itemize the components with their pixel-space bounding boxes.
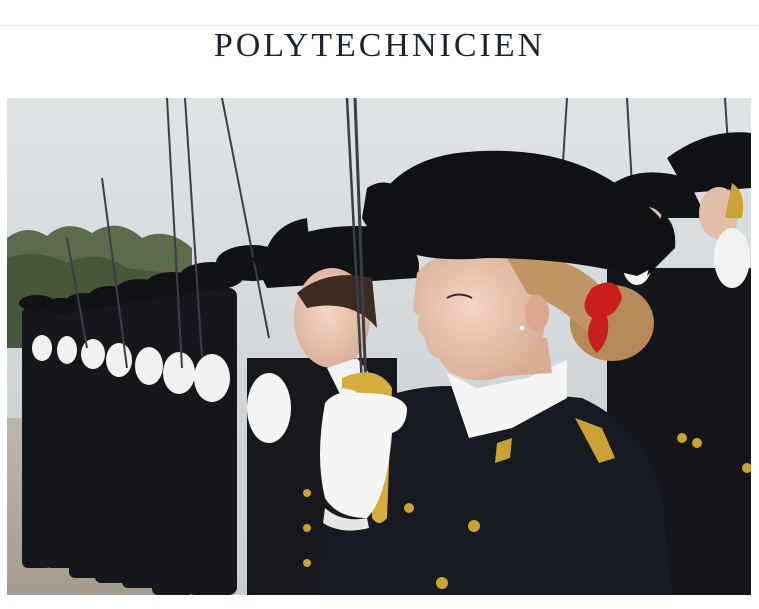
- background-cadets: [22, 288, 237, 595]
- page-title: POLYTECHNICIEN: [213, 27, 546, 64]
- top-divider: [0, 25, 759, 26]
- page: POLYTECHNICIEN: [0, 0, 759, 609]
- cadets-photo-illustration: [7, 98, 751, 595]
- hero-photo: [7, 98, 751, 595]
